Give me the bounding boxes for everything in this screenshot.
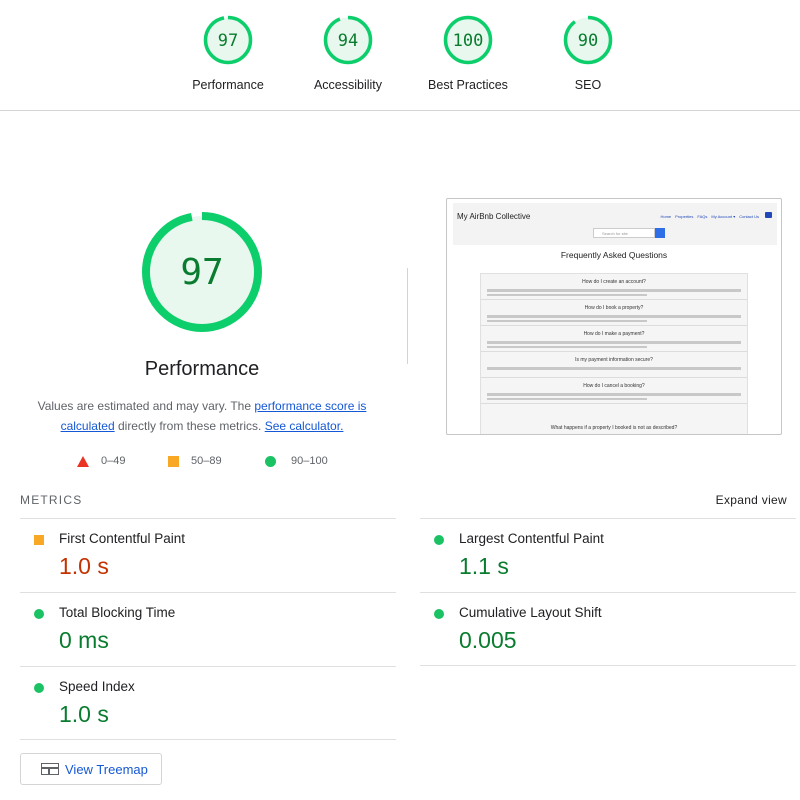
thumb-heading: Frequently Asked Questions (560, 250, 668, 260)
thumb-nav-link: FAQs (697, 214, 708, 219)
thumb-answer (487, 398, 647, 400)
triangle-icon (77, 455, 89, 467)
legend-pass: 90–100 (265, 455, 328, 467)
legend-range: 0–49 (101, 455, 126, 467)
circle-icon (34, 683, 44, 693)
category-summary-bar: 97 Performance 94 Accessibility 100 Best… (0, 0, 800, 111)
gauge-ring: 100 (443, 15, 493, 65)
thumb-nav-link: My Account ▾ (711, 214, 736, 219)
treemap-icon (41, 763, 59, 775)
gauge-score: 90 (578, 31, 598, 51)
list-item: How do I create an account? (481, 274, 747, 300)
thumb-search: Search for site (593, 228, 655, 238)
square-icon (34, 535, 44, 545)
legend-range: 90–100 (291, 455, 328, 467)
gauge-score: 100 (453, 31, 484, 51)
gauge-ring: 94 (323, 15, 373, 65)
metric-divider (420, 665, 796, 666)
circle-icon (34, 609, 44, 619)
thumb-question: Is my payment information secure? (575, 357, 653, 363)
metric-name: Largest Contentful Paint (459, 531, 604, 546)
metric-value: 1.0 s (59, 553, 109, 579)
list-item: How do I book a property? (481, 300, 747, 326)
metric-value: 0.005 (459, 627, 517, 653)
thumb-answer (487, 294, 647, 296)
circle-icon (434, 609, 444, 619)
performance-score: 97 (180, 252, 223, 293)
vertical-divider (407, 268, 408, 364)
performance-description: Values are estimated and may vary. The p… (20, 396, 384, 436)
gauge-label: Best Practices (428, 78, 508, 92)
thumb-brand: My AirBnb Collective (457, 212, 531, 221)
view-treemap-button[interactable]: View Treemap (20, 753, 162, 785)
circle-icon (265, 455, 276, 467)
final-screenshot[interactable]: My AirBnb Collective Home Properties FAQ… (446, 198, 782, 435)
gauge-ring: 90 (563, 15, 613, 65)
gauge-label: Performance (192, 78, 264, 92)
gauge-performance[interactable]: 97 Performance (173, 14, 283, 92)
gauge-ring: 97 (203, 15, 253, 65)
metric-name: Speed Index (59, 679, 135, 694)
metric-first-contentful-paint: First Contentful Paint 1.0 s (20, 518, 396, 592)
thumb-question: How do I book a property? (584, 305, 644, 311)
expand-view-toggle[interactable]: Expand view (716, 493, 787, 507)
metric-name: Cumulative Layout Shift (459, 605, 602, 620)
thumb-nav-link: Home (660, 214, 672, 219)
metric-name: Total Blocking Time (59, 605, 176, 620)
square-icon (168, 455, 179, 467)
metric-cumulative-layout-shift: Cumulative Layout Shift 0.005 (420, 592, 796, 666)
metric-total-blocking-time: Total Blocking Time 0 ms (20, 592, 396, 666)
thumb-nav-links: Home Properties FAQs My Account ▾ Contac… (660, 214, 759, 219)
thumb-question: How do I create an account? (582, 279, 646, 285)
thumb-answer (487, 393, 741, 396)
legend-fail: 0–49 (77, 455, 125, 467)
list-item: How do I cancel a booking? (481, 378, 747, 404)
circle-icon (434, 535, 444, 545)
thumb-question: What happens if a property I booked is n… (550, 425, 678, 431)
list-item: How do I make a payment? (481, 326, 747, 352)
metric-largest-contentful-paint: Largest Contentful Paint 1.1 s (420, 518, 796, 592)
thumb-question: How do I make a payment? (583, 331, 645, 337)
cart-icon (765, 212, 772, 218)
thumb-nav-link: Contact Us (739, 214, 759, 219)
gauge-seo[interactable]: 90 SEO (533, 14, 643, 92)
gauge-label: SEO (574, 78, 602, 92)
metric-name: First Contentful Paint (59, 531, 186, 546)
thumb-question: How do I cancel a booking? (583, 383, 645, 389)
thumb-answer (487, 315, 741, 318)
performance-title: Performance (144, 358, 260, 380)
thumb-answer (487, 346, 647, 348)
legend-average: 50–89 (168, 455, 222, 467)
view-treemap-label: View Treemap (65, 761, 148, 777)
metric-speed-index: Speed Index 1.0 s (20, 666, 396, 740)
thumb-answer (487, 320, 647, 322)
desc-text: Values are estimated and may vary. The (37, 399, 255, 413)
thumb-answer (487, 341, 741, 344)
gauge-score: 97 (218, 31, 238, 51)
search-icon (655, 228, 665, 238)
desc-text: directly from these metrics. (114, 419, 265, 433)
thumb-answer (487, 289, 741, 292)
gauge-label: Accessibility (313, 78, 383, 92)
thumb-nav-link: Properties (675, 214, 694, 219)
metric-divider (20, 739, 396, 740)
metrics-heading: METRICS (20, 493, 83, 507)
gauge-best-practices[interactable]: 100 Best Practices (413, 14, 523, 92)
performance-gauge: 97 (142, 212, 262, 332)
thumb-navbar: My AirBnb Collective Home Properties FAQ… (453, 203, 777, 245)
metric-value: 1.1 s (459, 553, 509, 579)
thumb-answer (487, 367, 741, 370)
metric-value: 0 ms (59, 627, 109, 653)
gauge-score: 94 (338, 31, 358, 51)
legend-range: 50–89 (191, 455, 222, 467)
thumb-faq-list: How do I create an account? How do I boo… (480, 273, 748, 434)
gauge-accessibility[interactable]: 94 Accessibility (293, 14, 403, 92)
list-item: Is my payment information secure? (481, 352, 747, 378)
metric-value: 1.0 s (59, 701, 109, 727)
score-legend: 0–49 50–89 90–100 (0, 455, 400, 469)
see-calculator-link[interactable]: See calculator. (265, 419, 344, 433)
